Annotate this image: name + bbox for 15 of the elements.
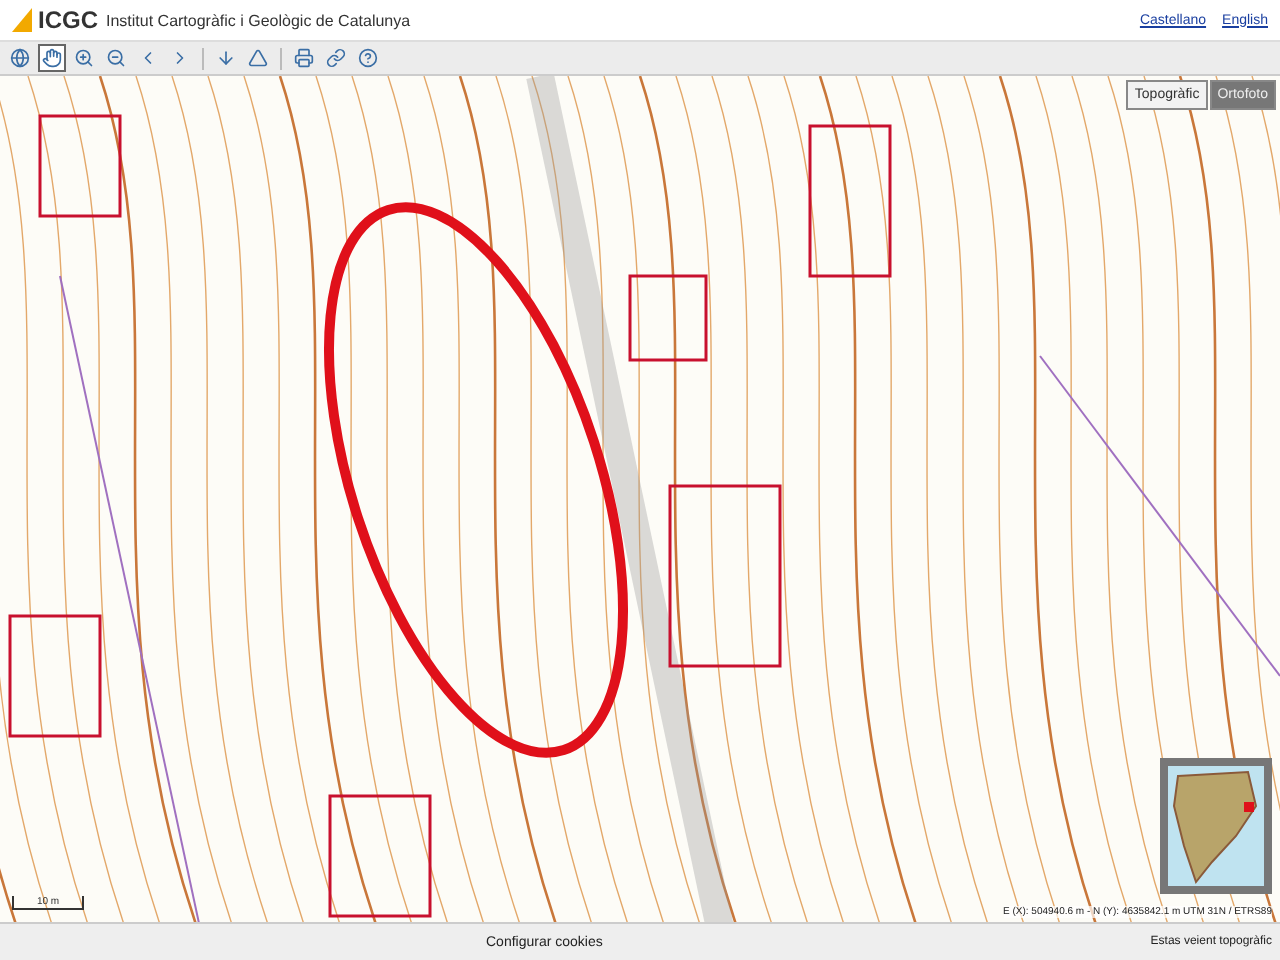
site-title: Institut Cartogràfic i Geològic de Catalunya xyxy=(106,11,413,29)
link-icon xyxy=(326,48,346,68)
globe-icon xyxy=(10,48,30,68)
hand-icon xyxy=(42,48,62,68)
zoom-in-icon xyxy=(74,48,94,68)
overview-map[interactable] xyxy=(1160,758,1272,894)
arrow-down-icon xyxy=(216,48,236,68)
toolbar-button[interactable] xyxy=(38,44,66,72)
triangle-icon xyxy=(248,48,268,68)
zoom-out-icon xyxy=(106,48,126,68)
topographic-map-drawing[interactable] xyxy=(0,76,1280,922)
region-map-drawing xyxy=(1168,766,1264,886)
logo: ICGC xyxy=(12,6,98,34)
printer-icon xyxy=(294,48,314,68)
help-icon xyxy=(358,48,378,68)
